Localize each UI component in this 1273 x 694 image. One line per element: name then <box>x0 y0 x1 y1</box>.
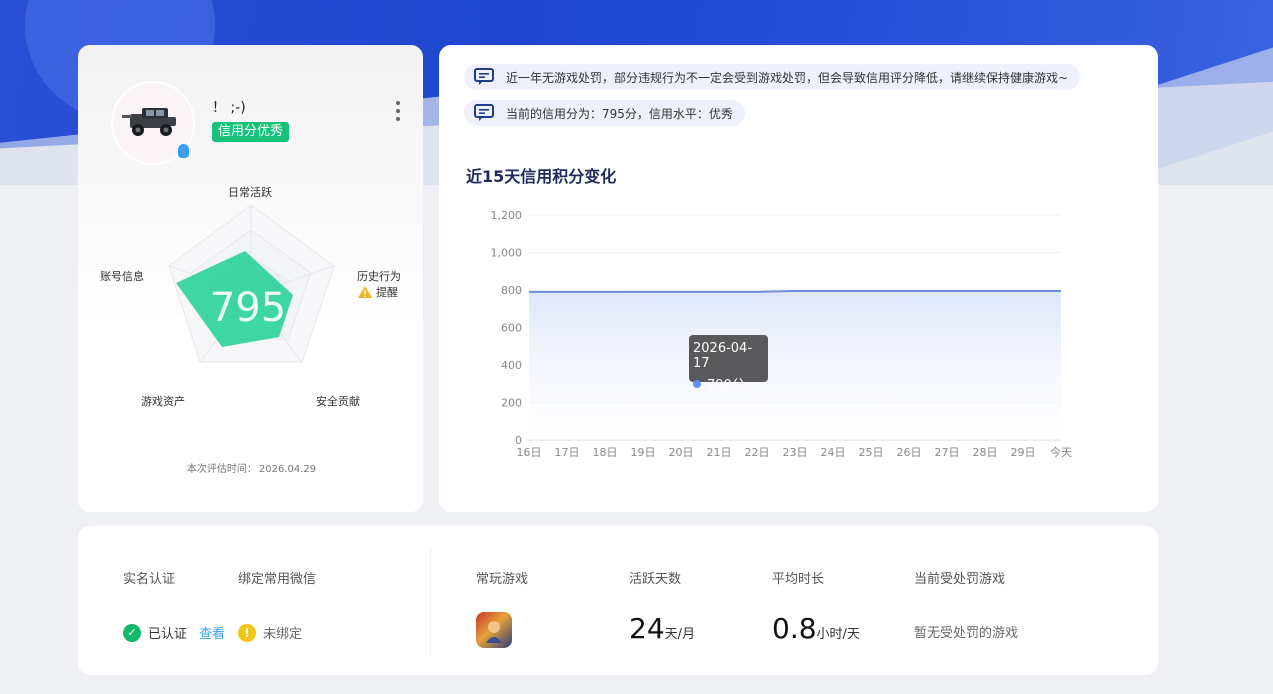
active-days-value: 24 <box>629 612 665 645</box>
divider <box>430 548 431 656</box>
y-tick-label: 800 <box>501 284 522 297</box>
x-tick-label: 20日 <box>669 446 694 459</box>
avg-time: 0.8小时/天 <box>772 612 860 645</box>
x-tick-label: 16日 <box>517 446 542 459</box>
avg-time-label: 平均时长 <box>772 572 825 587</box>
message-icon <box>474 104 494 121</box>
notice-text-1: 近一年无游戏处罚，部分违规行为不一定会受到游戏处罚，但会导致信用评分降低，请继续… <box>506 70 1069 85</box>
avg-time-unit: 小时/天 <box>816 627 860 642</box>
notice-text-2: 当前的信用分为：795分，信用水平：优秀 <box>506 106 733 121</box>
common-game-label: 常玩游戏 <box>476 572 529 587</box>
y-tick-label: 200 <box>501 397 522 410</box>
active-days: 24天/月 <box>629 612 695 645</box>
tooltip-series-dot <box>693 379 701 388</box>
active-days-label: 活跃天数 <box>629 572 682 587</box>
notice-current-score: 当前的信用分为：795分，信用水平：优秀 <box>464 100 745 126</box>
y-tick-label: 1,000 <box>491 247 523 260</box>
x-tick-label: 26日 <box>897 446 922 459</box>
warning-label: 提醒 <box>376 286 398 299</box>
radar-label-security: 安全贡献 <box>316 395 360 408</box>
notice-no-penalty: 近一年无游戏处罚，部分违规行为不一定会受到游戏处罚，但会导致信用评分降低，请继续… <box>464 64 1081 90</box>
x-tick-label: 19日 <box>631 446 656 459</box>
chart-section-title: 近15天信用积分变化 <box>466 167 617 186</box>
x-tick-label: 25日 <box>859 446 884 459</box>
y-tick-label: 1,200 <box>491 209 523 222</box>
radar-label-account: 账号信息 <box>100 270 144 283</box>
real-name-status: ✓ 已认证 查看 <box>123 623 225 642</box>
penalty-label: 当前受处罚游戏 <box>914 572 1006 587</box>
x-tick-label: 23日 <box>783 446 808 459</box>
warning-triangle-icon <box>358 286 372 298</box>
x-tick-label: 17日 <box>555 446 580 459</box>
tooltip-value: 790分 <box>707 378 745 393</box>
active-days-unit: 天/月 <box>664 627 696 642</box>
series-line <box>529 289 1061 293</box>
x-tick-label: 27日 <box>935 446 960 459</box>
check-icon: ✓ <box>123 623 141 642</box>
exclamation-icon: ! <box>238 623 256 642</box>
account-stats-card: 实名认证 绑定常用微信 ✓ 已认证 查看 ! 未绑定 常玩游戏 活跃天数 24天… <box>78 526 1158 675</box>
radar-label-history: 历史行为 <box>357 270 401 283</box>
hero-portrait-icon <box>486 621 502 643</box>
wechat-label: 绑定常用微信 <box>238 572 317 587</box>
radar-label-daily: 日常活跃 <box>228 186 272 199</box>
radar-label-assets: 游戏资产 <box>141 395 185 408</box>
wechat-status: ! 未绑定 <box>238 623 302 642</box>
avg-time-value: 0.8 <box>772 612 817 645</box>
credit-score: 795 <box>210 285 286 331</box>
x-tick-label: 18日 <box>593 446 618 459</box>
history-warning: 提醒 <box>358 284 398 300</box>
y-tick-label: 400 <box>501 359 522 372</box>
game-icon[interactable] <box>476 612 512 648</box>
x-tick-label: 24日 <box>821 446 846 459</box>
view-link[interactable]: 查看 <box>199 623 225 642</box>
chart-tooltip: 2026-04-17 790分 <box>689 335 768 393</box>
x-tick-label: 29日 <box>1011 446 1036 459</box>
eval-time-value: 2026.04.29 <box>258 464 317 475</box>
y-tick-label: 600 <box>501 322 522 335</box>
x-tick-label: 28日 <box>973 446 998 459</box>
eval-time: 本次评估时间： 2026.04.29 <box>78 460 423 475</box>
message-icon <box>474 68 494 85</box>
series-area <box>529 290 1061 440</box>
eval-time-label: 本次评估时间： <box>186 464 257 475</box>
tooltip-date: 2026-04-17 <box>693 341 753 371</box>
credit-trend-card: 近一年无游戏处罚，部分违规行为不一定会受到游戏处罚，但会导致信用评分降低，请继续… <box>439 45 1158 512</box>
real-name-label: 实名认证 <box>123 572 176 587</box>
credit-trend-chart[interactable]: 02004006008001,0001,20016日 17日 18日 19日 20日 21… <box>484 200 1084 465</box>
profile-card: ！ ;-) 信用分优秀 795 日常活跃 账号信息 历史行为 提醒 游戏资产 安… <box>78 45 423 512</box>
x-tick-label: 22日 <box>745 446 770 459</box>
x-tick-label: 今天 <box>1050 445 1072 459</box>
verified-text: 已认证 <box>148 627 188 642</box>
unbound-text: 未绑定 <box>263 627 303 642</box>
x-tick-label: 21日 <box>707 446 732 459</box>
penalty-value: 暂无受处罚的游戏 <box>914 626 1019 641</box>
